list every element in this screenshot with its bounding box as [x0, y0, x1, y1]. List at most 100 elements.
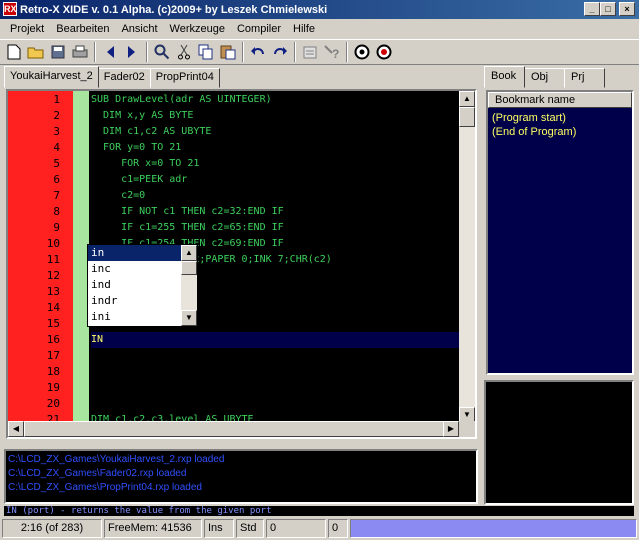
bookmark-list: Bookmark name (Program start) (End of Pr… — [486, 90, 634, 375]
scroll-up-button[interactable]: ▲ — [459, 91, 475, 107]
toolbar-separator — [146, 42, 148, 62]
next-arrow-icon[interactable] — [121, 41, 143, 63]
scroll-right-button[interactable]: ▶ — [443, 421, 459, 437]
code-line[interactable]: FOR x=0 TO 21 — [91, 156, 459, 172]
line-number: 14 — [46, 301, 60, 314]
new-file-icon[interactable] — [3, 41, 25, 63]
line-number: 7 — [53, 189, 60, 202]
line-number: 11 — [46, 253, 60, 266]
code-line[interactable] — [91, 396, 459, 412]
log-line: C:\LCD_ZX_Games\YoukaiHarvest_2.rxp load… — [8, 454, 225, 465]
autocomplete-scrollbar[interactable]: ▲ ▼ — [181, 245, 197, 326]
output-log: C:\LCD_ZX_Games\YoukaiHarvest_2.rxp load… — [4, 449, 478, 504]
line-number: 6 — [53, 173, 60, 186]
toolbar-separator — [294, 42, 296, 62]
line-number: 10 — [46, 237, 60, 250]
code-line[interactable]: c2=0 — [91, 188, 459, 204]
vertical-scrollbar[interactable]: ▲ ▼ — [459, 91, 475, 423]
menu-ansicht[interactable]: Ansicht — [115, 23, 163, 35]
menu-compiler[interactable]: Compiler — [231, 23, 287, 35]
std-mode: Std — [236, 518, 264, 538]
code-line[interactable]: DIM c1,c2 AS UBYTE — [91, 124, 459, 140]
menu-bearbeiten[interactable]: Bearbeiten — [50, 23, 115, 35]
menu-projekt[interactable]: Projekt — [4, 23, 50, 35]
title-bar: RX Retro-X XIDE v. 0.1 Alpha. (c)2009+ b… — [0, 0, 639, 19]
properties-icon[interactable] — [299, 41, 321, 63]
free-memory: FreeMem: 41536 — [104, 518, 202, 538]
copy-icon[interactable] — [195, 41, 217, 63]
bookmark-item[interactable]: (Program start) — [488, 111, 632, 125]
redo-icon[interactable] — [269, 41, 291, 63]
print-icon[interactable] — [69, 41, 91, 63]
scroll-thumb[interactable] — [181, 261, 197, 275]
code-line[interactable] — [91, 348, 459, 364]
tab-book[interactable]: Book — [484, 66, 525, 88]
insert-mode: Ins — [204, 518, 234, 538]
save-icon[interactable] — [47, 41, 69, 63]
autocomplete-item[interactable]: inc — [88, 261, 181, 277]
code-line[interactable]: c1=PEEK adr — [91, 172, 459, 188]
bookmark-item[interactable]: (End of Program) — [488, 125, 632, 139]
maximize-button[interactable]: □ — [600, 2, 616, 16]
code-line[interactable]: FOR y=0 TO 21 — [91, 140, 459, 156]
code-editor[interactable]: 1 2 3 4 5 6 7 8 9 10 11 12 13 14 15 16 17 18 19 20 21 SUB Dr… — [6, 89, 477, 439]
autocomplete-item[interactable]: ind — [88, 277, 181, 293]
line-number: 19 — [46, 381, 60, 394]
log-line: C:\LCD_ZX_Games\Fader02.rxp loaded — [8, 468, 187, 479]
tab-prj[interactable]: Prj — [564, 68, 605, 88]
paste-icon[interactable] — [217, 41, 239, 63]
log-line: C:\LCD_ZX_Games\PropPrint04.rxp loaded — [8, 482, 202, 493]
horizontal-scrollbar[interactable]: ◀ ▶ — [8, 421, 459, 437]
toolbar: ? — [0, 39, 639, 65]
side-panel-tabs: Book Obj Prj — [484, 66, 605, 88]
scroll-thumb[interactable] — [459, 107, 475, 127]
scroll-left-button[interactable]: ◀ — [8, 421, 24, 437]
code-line[interactable] — [91, 364, 459, 380]
code-line[interactable]: DIM x,y AS BYTE — [91, 108, 459, 124]
keyword-help-line: IN (port) - returns the value from the g… — [4, 506, 634, 516]
minimize-button[interactable]: _ — [584, 2, 600, 16]
line-number: 9 — [53, 221, 60, 234]
line-number: 1 — [53, 93, 60, 106]
autocomplete-item[interactable]: ini — [88, 309, 181, 325]
build-icon[interactable] — [351, 41, 373, 63]
menu-bar: Projekt Bearbeiten Ansicht Werkzeuge Com… — [0, 19, 639, 39]
line-number: 20 — [46, 397, 60, 410]
current-code-line[interactable]: IN — [91, 332, 459, 348]
line-number: 16 — [46, 333, 60, 346]
menu-werkzeuge[interactable]: Werkzeuge — [164, 23, 231, 35]
tab-propprint04[interactable]: PropPrint04 — [149, 68, 220, 88]
line-number: 15 — [46, 317, 60, 330]
autocomplete-item[interactable]: in — [88, 245, 181, 261]
cut-icon[interactable] — [173, 41, 195, 63]
open-folder-icon[interactable] — [25, 41, 47, 63]
code-line[interactable]: IF NOT c1 THEN c2=32:END IF — [91, 204, 459, 220]
close-button[interactable]: × — [619, 2, 635, 16]
line-number: 2 — [53, 109, 60, 122]
undo-icon[interactable] — [247, 41, 269, 63]
hscroll-thumb[interactable] — [24, 421, 444, 437]
prev-arrow-icon[interactable] — [99, 41, 121, 63]
code-line[interactable]: SUB DrawLevel(adr AS UINTEGER) — [91, 92, 459, 108]
line-numbers: 1 2 3 4 5 6 7 8 9 10 11 12 13 14 15 16 17 18 19 20 21 — [8, 92, 73, 428]
tab-fader02[interactable]: Fader02 — [97, 68, 151, 88]
tab-youkaiharvest[interactable]: YoukaiHarvest_2 — [4, 66, 99, 88]
menu-hilfe[interactable]: Hilfe — [287, 23, 321, 35]
bookmark-column-header[interactable]: Bookmark name — [488, 92, 632, 108]
line-number: 18 — [46, 365, 60, 378]
toolbar-separator — [242, 42, 244, 62]
app-icon: RX — [3, 2, 17, 16]
help-icon[interactable]: ? — [321, 41, 343, 63]
scroll-up-button[interactable]: ▲ — [181, 245, 197, 261]
tab-obj[interactable]: Obj — [524, 68, 565, 88]
line-number: 13 — [46, 285, 60, 298]
code-line[interactable]: IF c1=255 THEN c2=65:END IF — [91, 220, 459, 236]
run-icon[interactable] — [373, 41, 395, 63]
find-icon[interactable] — [151, 41, 173, 63]
window-title: Retro-X XIDE v. 0.1 Alpha. (c)2009+ by L… — [20, 3, 328, 16]
scroll-down-button[interactable]: ▼ — [181, 310, 197, 326]
svg-text:?: ? — [332, 47, 339, 60]
autocomplete-item[interactable]: indr — [88, 293, 181, 309]
line-number: 8 — [53, 205, 60, 218]
code-line[interactable] — [91, 380, 459, 396]
